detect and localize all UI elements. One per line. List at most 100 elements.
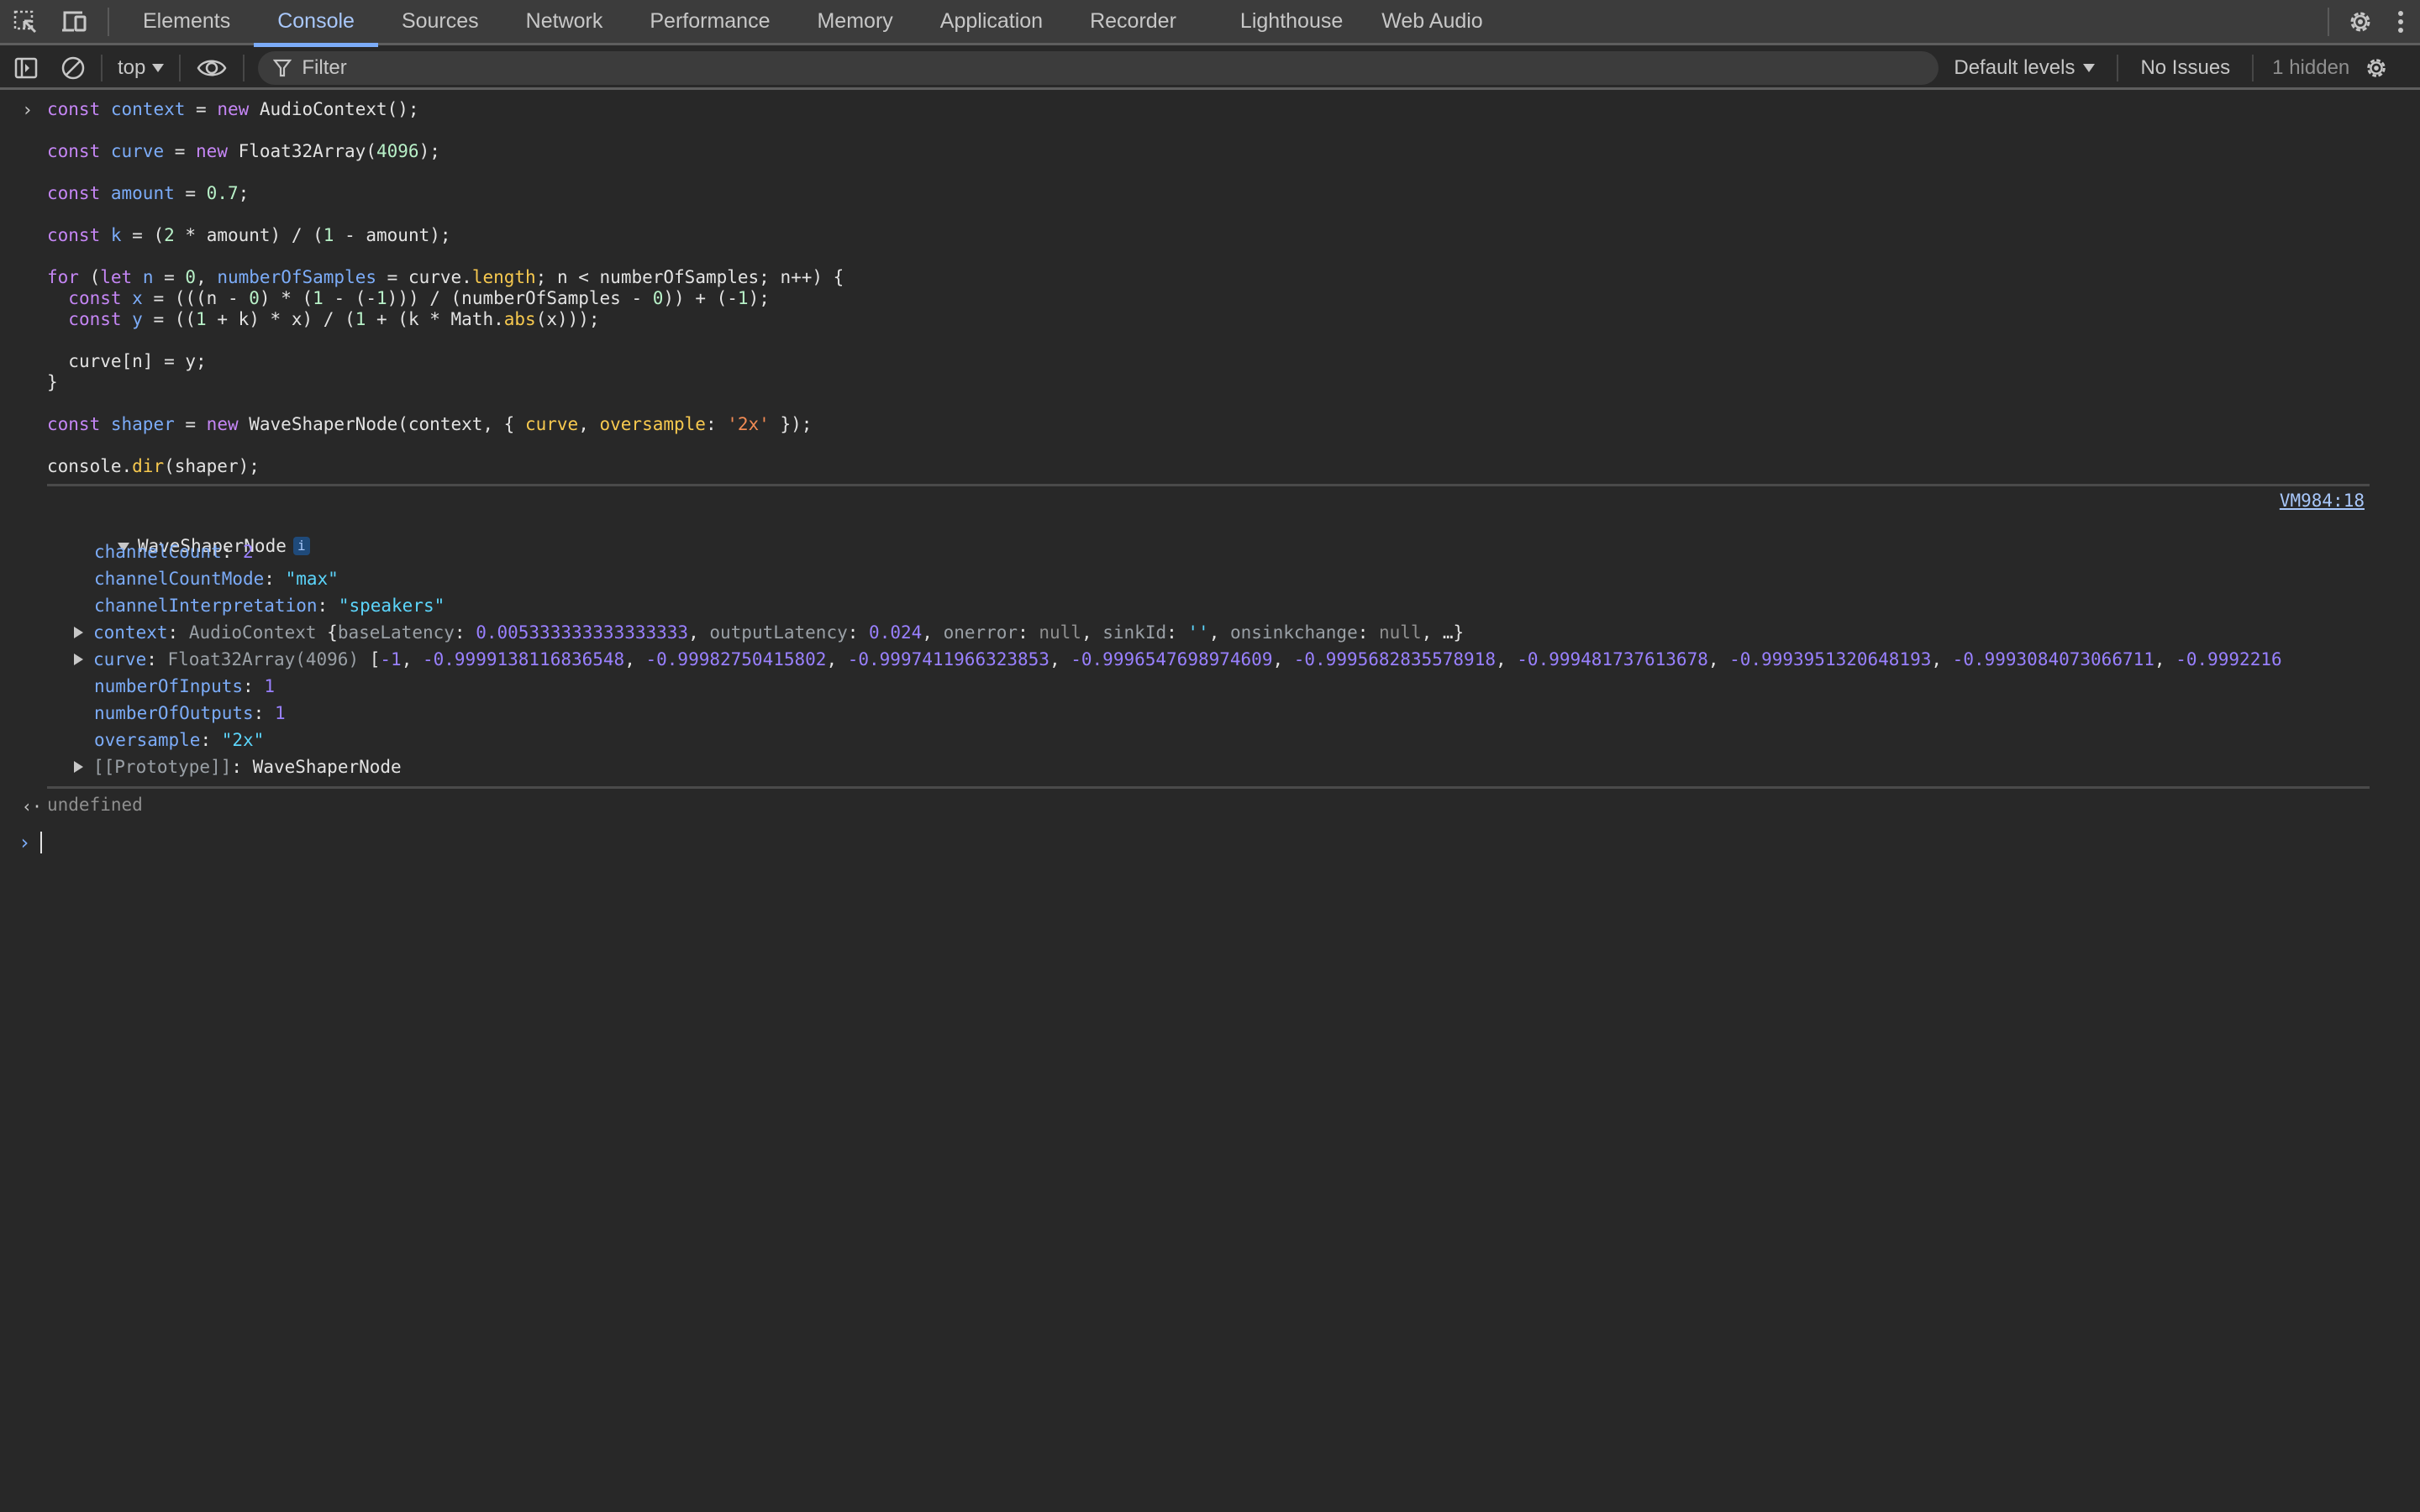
- dropdown-caret-icon: [2083, 63, 2096, 72]
- property-channelCountMode: channelCountMode: "max": [94, 569, 339, 589]
- separator: [243, 54, 245, 81]
- curve-value: -0.9995682835578918: [1293, 649, 1496, 669]
- property-prototype[interactable]: [[Prototype]]: WaveShaperNode: [74, 757, 402, 778]
- curve-value: -0.9992216: [2175, 649, 2282, 669]
- curve-values: -1, -0.9999138116836548, -0.999827504158…: [380, 649, 2282, 669]
- separator: [101, 54, 103, 81]
- message-divider: [47, 484, 2370, 486]
- filter-icon: [273, 59, 292, 76]
- code-line: const shaper = new WaveShaperNode(contex…: [47, 414, 813, 434]
- clear-console-button[interactable]: [52, 47, 94, 89]
- tab-label: Console: [277, 9, 355, 33]
- separator: [108, 7, 109, 36]
- tab-elements[interactable]: Elements: [119, 0, 254, 45]
- more-options-icon: [2398, 10, 2403, 33]
- tab-lighthouse[interactable]: Lighthouse: [1217, 0, 1366, 45]
- property-context[interactable]: context: AudioContext {baseLatency: 0.00…: [74, 622, 1464, 643]
- inspect-element-button[interactable]: [0, 0, 50, 45]
- console-settings-button[interactable]: [2360, 47, 2393, 89]
- tab-web-audio[interactable]: Web Audio: [1366, 0, 1506, 45]
- separator: [2117, 54, 2119, 81]
- context-label: top: [118, 55, 146, 79]
- device-toolbar-button[interactable]: [50, 0, 97, 45]
- separator: [2328, 7, 2329, 36]
- property-numberOfInputs: numberOfInputs: 1: [94, 676, 275, 696]
- context-selector[interactable]: top: [109, 56, 172, 80]
- separator: [2252, 54, 2254, 81]
- text-cursor: [40, 832, 42, 853]
- code-line: const x = (((n - 0) * (1 - (-1))) / (num…: [68, 288, 770, 308]
- expand-triangle-icon[interactable]: [74, 654, 83, 665]
- info-icon[interactable]: i: [292, 537, 310, 555]
- settings-button[interactable]: [2339, 0, 2381, 45]
- property-oversample: oversample: "2x": [94, 730, 265, 750]
- settings-icon: [2367, 58, 2386, 77]
- inspect-element-icon: [13, 10, 37, 33]
- property-channelCount: channelCount: 2: [94, 542, 254, 562]
- source-location-link[interactable]: VM984:18: [2280, 491, 2365, 511]
- tab-label: Application: [939, 9, 1044, 33]
- code-line: const amount = 0.7;: [47, 183, 250, 203]
- property-curve[interactable]: curve: Float32Array(4096) [-1, -0.999913…: [74, 649, 2376, 670]
- tab-label: Performance: [650, 9, 771, 33]
- console-prompt-input[interactable]: [40, 832, 42, 853]
- more-options-button[interactable]: [2381, 0, 2420, 45]
- return-value-icon: ‹·: [22, 796, 43, 816]
- curve-value: -0.9993951320648193: [1729, 649, 1932, 669]
- filter-bar: [258, 50, 1939, 85]
- console-output: › const context = new AudioContext(); co…: [0, 92, 2420, 1512]
- tab-application[interactable]: Application: [917, 0, 1066, 45]
- curve-value: -0.99982750415802: [645, 649, 827, 669]
- return-value: undefined: [47, 795, 143, 815]
- expand-triangle-icon[interactable]: [74, 627, 83, 638]
- code-line: const y = ((1 + k) * x) / (1 + (k * Math…: [68, 309, 600, 329]
- code-line: console.dir(shaper);: [47, 456, 260, 476]
- property-channelInterpretation: channelInterpretation: "speakers": [94, 596, 445, 616]
- curve-value: -0.9997411966323853: [847, 649, 1050, 669]
- prompt-icon: ›: [18, 831, 31, 854]
- tab-label: Web Audio: [1381, 9, 1483, 33]
- device-toolbar-icon: [62, 11, 87, 31]
- eye-icon: [197, 60, 227, 76]
- tab-recorder[interactable]: Recorder: [1066, 0, 1217, 45]
- show-sidebar-button[interactable]: [0, 47, 52, 89]
- tab-memory[interactable]: Memory: [793, 0, 916, 45]
- tab-label: Lighthouse: [1239, 9, 1344, 33]
- curve-value: -1: [380, 649, 402, 669]
- curve-value: -0.999481737613678: [1517, 649, 1708, 669]
- tab-network[interactable]: Network: [502, 0, 627, 45]
- code-line: for (let n = 0, numberOfSamples = curve.…: [47, 267, 844, 287]
- hidden-count-label: 1 hidden: [2272, 55, 2350, 79]
- tab-label: Recorder: [1090, 9, 1176, 33]
- settings-icon: [2350, 12, 2370, 31]
- sidebar-toggle-icon: [14, 57, 38, 78]
- tab-sources[interactable]: Sources: [378, 0, 502, 45]
- code-line: }: [47, 372, 58, 392]
- filter-input[interactable]: [302, 55, 1899, 80]
- separator: [179, 54, 182, 81]
- tab-label: Sources: [401, 9, 479, 33]
- expand-triangle-icon[interactable]: [74, 761, 83, 773]
- devtools-tab-bar: Elements Console Sources Network Perform…: [0, 0, 2420, 47]
- tab-label: Memory: [817, 9, 893, 33]
- issues-label: No Issues: [2140, 55, 2231, 79]
- code-line: const k = (2 * amount) / (1 - amount);: [47, 225, 451, 245]
- curve-value: -0.9996547698974609: [1071, 649, 1273, 669]
- code-line: const curve = new Float32Array(4096);: [47, 141, 440, 161]
- live-expression-button[interactable]: [187, 47, 236, 89]
- log-levels-dropdown[interactable]: Default levels: [1939, 56, 2110, 80]
- message-divider: [47, 786, 2370, 789]
- curve-value: -0.9993084073066711: [1952, 649, 2154, 669]
- hidden-messages-count: 1 hidden: [2260, 56, 2360, 80]
- tab-console[interactable]: Console: [254, 0, 378, 47]
- code-line: curve[n] = y;: [68, 351, 207, 371]
- tab-bar-actions: [2317, 0, 2420, 45]
- curve-value: -0.9999138116836548: [422, 649, 625, 669]
- property-numberOfOutputs: numberOfOutputs: 1: [94, 703, 286, 723]
- log-levels-label: Default levels: [1954, 55, 2075, 79]
- code-line: const context = new AudioContext();: [47, 99, 419, 119]
- issues-button[interactable]: No Issues: [2125, 56, 2245, 80]
- console-toolbar: top Default levels No Issues 1 hidden: [0, 48, 2420, 90]
- tab-label: Elements: [143, 9, 231, 33]
- tab-performance[interactable]: Performance: [626, 0, 793, 45]
